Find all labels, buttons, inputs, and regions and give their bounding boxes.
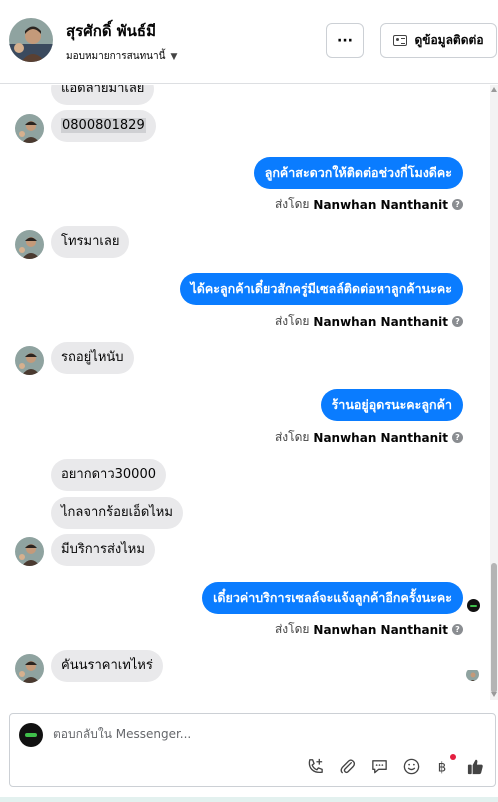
view-contact-info-label: ดูข้อมูลติดต่อ <box>414 33 484 47</box>
contact-avatar-small <box>15 346 44 375</box>
message-thread[interactable]: แอดลายมาเลย 0800801829 ลูกค้าสะดวกให้ติด… <box>0 85 490 700</box>
sent-by-label: ส่งโดย Nanwhan Nanthanit ? <box>275 428 463 447</box>
contact-card-icon <box>393 35 408 46</box>
help-icon[interactable]: ? <box>452 432 463 443</box>
payment-icon[interactable]: ฿ <box>433 754 456 777</box>
saved-reply-icon[interactable] <box>369 756 390 777</box>
assign-label: มอบหมายการสนทนานี้ <box>66 51 166 62</box>
page-seen-indicator-icon <box>467 599 480 612</box>
scroll-down-arrow-icon[interactable] <box>491 692 497 697</box>
outgoing-message[interactable]: ลูกค้าสะดวกให้ติดต่อช่วงกี่โมงดีคะ <box>253 157 463 189</box>
incoming-message[interactable]: ไกลจากร้อยเอ็ดไหม <box>51 497 183 529</box>
outgoing-message[interactable]: เดี๋ยวค่าบริการเซลล์จะแจ้งลูกค้าอีกครั้ง… <box>202 582 463 614</box>
agent-name: Nanwhan Nanthanit <box>313 622 448 637</box>
sent-by-label: ส่งโดย Nanwhan Nanthanit ? <box>275 312 463 331</box>
contact-avatar-small <box>15 114 44 143</box>
sent-by-label: ส่งโดย Nanwhan Nanthanit ? <box>275 195 463 214</box>
scrollbar-thumb[interactable] <box>491 563 497 693</box>
composer-toolbar: ฿ <box>305 754 486 777</box>
caret-down-icon: ▼ <box>170 51 178 62</box>
paperclip-icon[interactable] <box>337 756 358 777</box>
scroll-up-arrow-icon[interactable] <box>491 87 497 92</box>
outgoing-message[interactable]: ร้านอยู่อุดรนะคะลูกค้า <box>320 389 463 421</box>
phone-add-icon[interactable] <box>305 756 326 777</box>
contact-avatar[interactable] <box>9 18 53 62</box>
agent-name: Nanwhan Nanthanit <box>313 430 448 445</box>
contact-avatar-small <box>15 230 44 259</box>
emoji-icon[interactable] <box>401 756 422 777</box>
incoming-message[interactable]: มีบริการส่งไหม <box>51 534 155 566</box>
conversation-header: สุรศักดิ์ พันธ์มี มอบหมายการสนทนานี้ ▼ ·… <box>0 0 498 84</box>
contact-avatar-small <box>15 654 44 683</box>
contact-name[interactable]: สุรศักดิ์ พันธ์มี <box>66 19 156 43</box>
svg-text:฿: ฿ <box>438 760 446 775</box>
messenger-conversation: สุรศักดิ์ พันธ์มี มอบหมายการสนทนานี้ ▼ ·… <box>0 0 498 802</box>
agent-name: Nanwhan Nanthanit <box>313 314 448 329</box>
incoming-message[interactable]: แอดลายมาเลย <box>51 85 155 105</box>
view-contact-info-button[interactable]: ดูข้อมูลติดต่อ <box>380 23 497 58</box>
assign-conversation-dropdown[interactable]: มอบหมายการสนทนานี้ ▼ <box>66 49 177 64</box>
incoming-message[interactable]: รถอยู่ไหนับ <box>51 342 134 374</box>
incoming-message[interactable]: คันนราคาเทไหร่ <box>51 650 163 682</box>
contact-avatar-small <box>15 537 44 566</box>
notification-dot <box>450 754 456 760</box>
help-icon[interactable]: ? <box>452 624 463 635</box>
incoming-message[interactable]: 0800801829 <box>51 110 156 142</box>
phone-number-text[interactable]: 0800801829 <box>61 118 146 133</box>
contact-read-receipt-avatar <box>466 668 479 681</box>
incoming-message[interactable]: โทรมาเลย <box>51 226 130 258</box>
help-icon[interactable]: ? <box>452 199 463 210</box>
sent-by-label: ส่งโดย Nanwhan Nanthanit ? <box>275 620 463 639</box>
agent-name: Nanwhan Nanthanit <box>313 197 448 212</box>
more-options-button[interactable]: ··· <box>326 23 364 58</box>
bottom-border-strip <box>0 797 498 802</box>
page-avatar <box>19 723 43 747</box>
help-icon[interactable]: ? <box>452 316 463 327</box>
thumbs-up-icon[interactable] <box>465 756 486 777</box>
thread-scrollbar[interactable] <box>490 85 498 700</box>
incoming-message[interactable]: อยากดาว30000 <box>51 459 166 491</box>
reply-composer: ฿ <box>9 713 496 787</box>
reply-input[interactable] <box>53 727 473 741</box>
outgoing-message[interactable]: ได้คะลูกค้าเดี๋ยวสักครู่มีเซลล์ติดต่อหาล… <box>179 273 463 305</box>
